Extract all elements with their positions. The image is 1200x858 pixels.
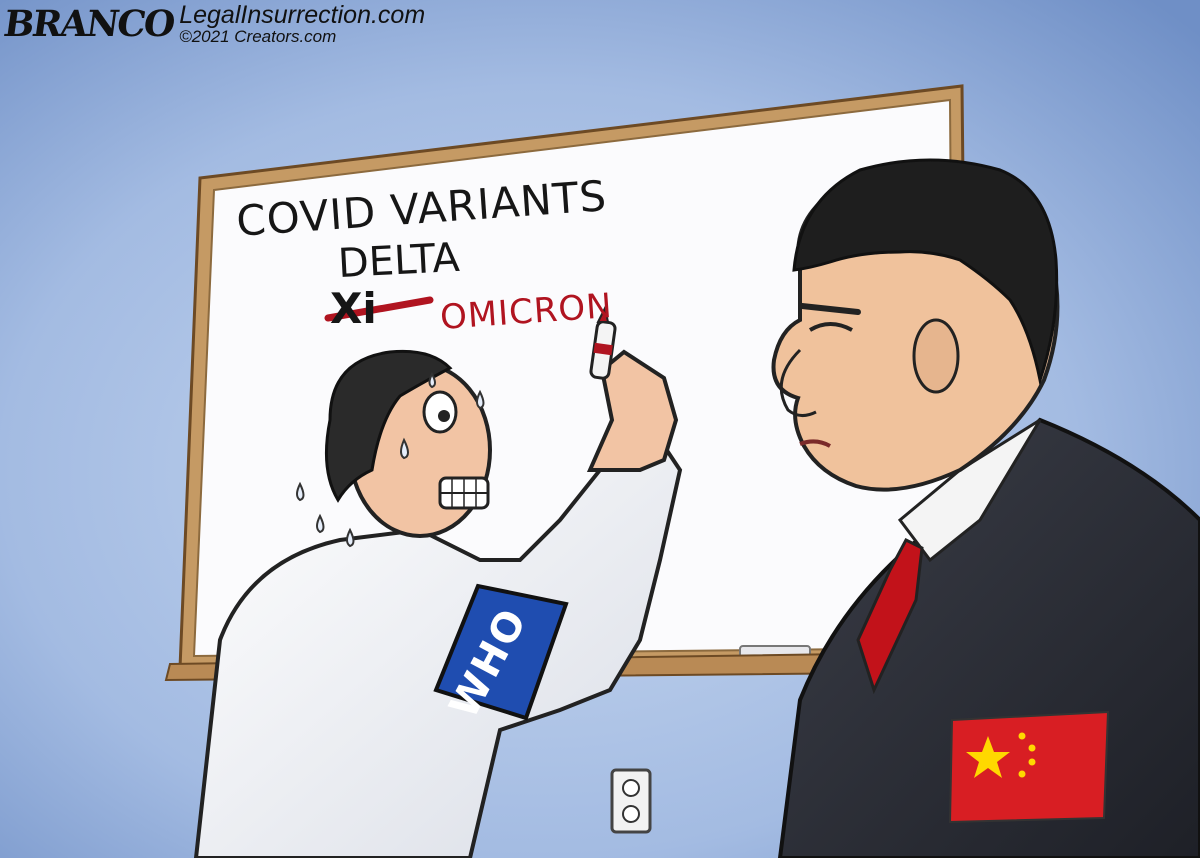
wall-outlet [610,768,652,834]
artist-name: BRANCO [1,3,177,45]
board-line-delta: DELTA [336,234,461,288]
board-crossed-out: Xi [330,284,377,333]
credits: LegalInsurrection.com ©2021 Creators.com [179,1,426,48]
china-flag-patch [948,710,1110,824]
leader-ear [912,318,960,394]
cartoon-illustration [0,0,1200,858]
artist-signature: BRANCO LegalInsurrection.com ©2021 Creat… [1,1,426,48]
cartoon-scene: BRANCO LegalInsurrection.com ©2021 Creat… [0,0,1200,858]
site-credit: LegalInsurrection.com [179,1,426,29]
copyright-credit: ©2021 Creators.com [179,27,337,46]
